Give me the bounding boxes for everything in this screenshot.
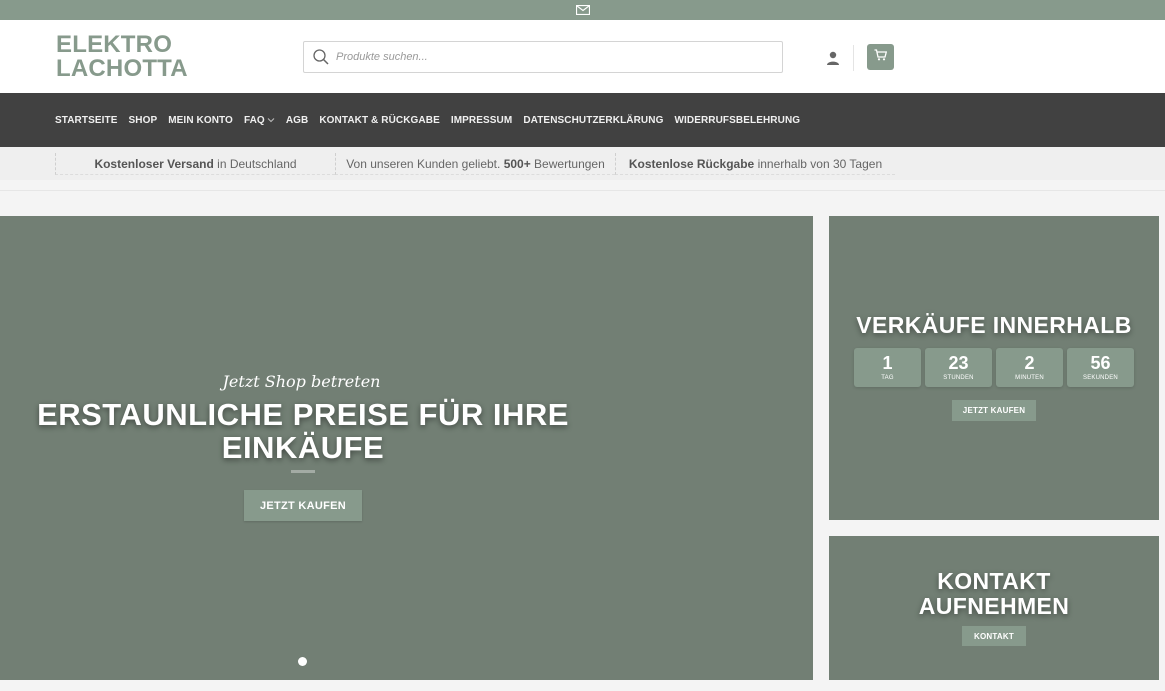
usp-bold: 500+ xyxy=(503,156,531,171)
contact-title: KONTAKT AUFNEHMEN xyxy=(829,569,1159,619)
contact-title-line-2: AUFNEHMEN xyxy=(918,593,1070,619)
nav-item-label: AGB xyxy=(285,114,309,126)
mail-icon[interactable] xyxy=(575,5,590,15)
nav-item-label: STARTSEITE xyxy=(55,114,118,126)
countdown-label: TAG xyxy=(881,375,894,381)
countdown-days: 1 TAG xyxy=(854,348,921,387)
contact-title-line-1: KONTAKT xyxy=(937,568,1051,594)
countdown-title: VERKÄUFE INNERHALB xyxy=(856,312,1132,338)
usp-text: in Deutschland xyxy=(213,156,297,171)
usp-bar: Kostenloser Versand in Deutschland Von u… xyxy=(0,147,1165,180)
search-input[interactable] xyxy=(336,43,782,71)
hero-divider xyxy=(291,470,315,473)
usp-item-shipping: Kostenloser Versand in Deutschland xyxy=(55,153,335,175)
cart-icon xyxy=(874,48,888,66)
hero-title: ERSTAUNLICHE PREISE FÜR IHRE EINKÄUFE xyxy=(37,397,569,465)
nav-item-label: SHOP xyxy=(128,114,158,126)
countdown-value: 2 xyxy=(1024,353,1035,373)
nav-item-widerruf[interactable]: WIDERRUFSBELEHRUNG xyxy=(674,115,800,126)
countdown-value: 1 xyxy=(882,353,893,373)
header-divider xyxy=(853,45,854,71)
section-divider xyxy=(0,190,1165,191)
usp-bold: Kostenloser Versand xyxy=(94,156,214,171)
nav-item-label: DATENSCHUTZERKLÄRUNG xyxy=(523,114,664,126)
logo[interactable]: ELEKTRO LACHOTTA xyxy=(56,33,188,81)
hero-shop-button[interactable]: JETZT KAUFEN xyxy=(244,490,362,521)
countdown-minutes: 2 MINUTEN xyxy=(996,348,1063,387)
header: ELEKTRO LACHOTTA xyxy=(0,20,1165,93)
cart-button[interactable] xyxy=(867,44,894,70)
nav-item-label: KONTAKT & RÜCKGABE xyxy=(319,114,440,126)
hero-kicker: Jetzt Shop betreten xyxy=(222,372,381,391)
user-icon[interactable] xyxy=(825,50,841,66)
nav-item-label: MEIN KONTO xyxy=(168,114,233,126)
usp-text: Von unseren Kunden geliebt. xyxy=(346,156,504,171)
usp-text: innerhalb von 30 Tagen xyxy=(754,156,883,171)
countdown-seconds: 56 SEKUNDEN xyxy=(1067,348,1134,387)
main-nav: STARTSEITE SHOP MEIN KONTO FAQ AGB KONTA… xyxy=(0,93,1165,147)
nav-item-label: IMPRESSUM xyxy=(450,114,513,126)
countdown-value: 56 xyxy=(1090,353,1111,373)
nav-item-shop[interactable]: SHOP xyxy=(128,115,157,126)
logo-line-1: ELEKTRO xyxy=(56,31,173,58)
top-bar xyxy=(0,0,1165,20)
nav-item-impressum[interactable]: IMPRESSUM xyxy=(451,115,512,126)
usp-bold: Kostenlose Rückgabe xyxy=(628,156,755,171)
nav-item-faq[interactable]: FAQ xyxy=(244,115,275,126)
contact-button[interactable]: KONTAKT xyxy=(962,626,1026,646)
nav-item-label: FAQ xyxy=(243,114,265,126)
countdown-shop-button[interactable]: JETZT KAUFEN xyxy=(952,400,1036,421)
countdown-label: STUNDEN xyxy=(943,375,974,381)
countdown-label: SEKUNDEN xyxy=(1083,375,1118,381)
countdown-label: MINUTEN xyxy=(1015,375,1044,381)
nav-item-startseite[interactable]: STARTSEITE xyxy=(55,115,117,126)
nav-item-agb[interactable]: AGB xyxy=(286,115,309,126)
nav-item-kontakt-rueckgabe[interactable]: KONTAKT & RÜCKGABE xyxy=(319,115,440,126)
usp-item-reviews: Von unseren Kunden geliebt. 500+ Bewertu… xyxy=(335,153,615,175)
nav-item-datenschutz[interactable]: DATENSCHUTZERKLÄRUNG xyxy=(523,115,663,126)
countdown-value: 23 xyxy=(948,353,969,373)
slider-dot[interactable] xyxy=(298,657,307,666)
chevron-down-icon xyxy=(267,115,275,126)
search-bar xyxy=(303,41,783,73)
nav-item-mein-konto[interactable]: MEIN KONTO xyxy=(168,115,233,126)
countdown-hours: 23 STUNDEN xyxy=(925,348,992,387)
nav-item-label: WIDERRUFSBELEHRUNG xyxy=(674,114,801,126)
search-icon[interactable] xyxy=(312,48,330,66)
usp-text: Bewertungen xyxy=(530,156,605,171)
usp-item-returns: Kostenlose Rückgabe innerhalb von 30 Tag… xyxy=(615,153,895,175)
logo-line-2: LACHOTTA xyxy=(56,55,188,82)
